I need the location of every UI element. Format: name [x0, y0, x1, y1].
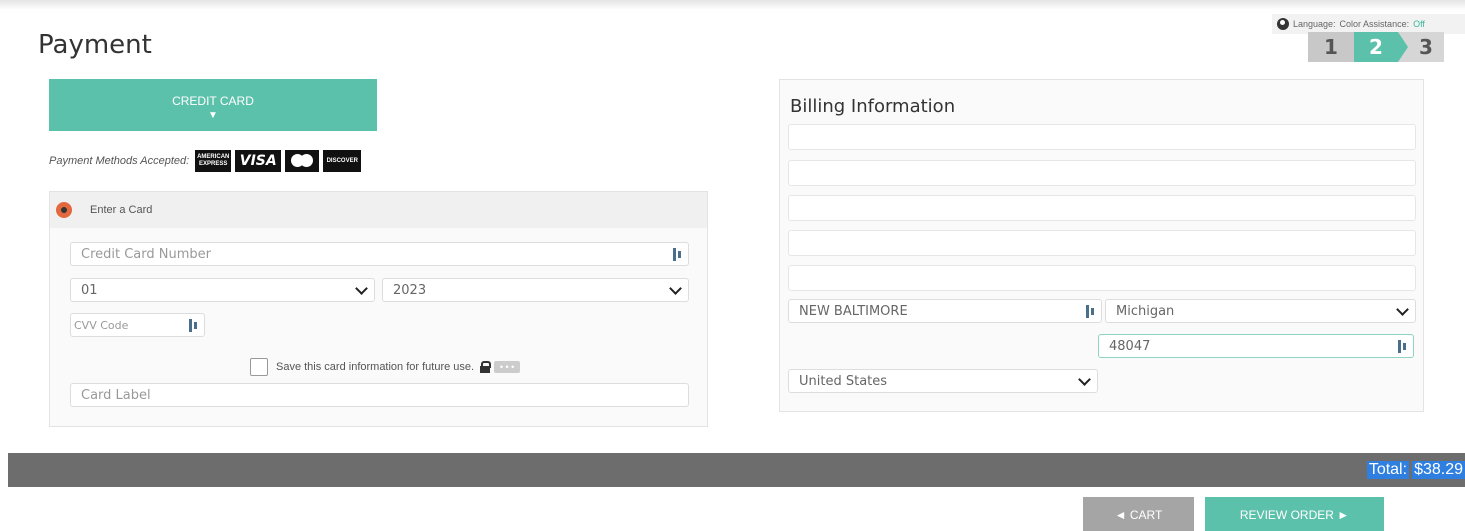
save-card-row: Save this card information for future us… [250, 358, 521, 376]
card-number-placeholder: Credit Card Number [81, 246, 211, 262]
checkout-steps: 1 2 3 [1308, 32, 1444, 62]
city-value: NEW BALTIMORE [799, 303, 908, 319]
billing-field-2[interactable] [788, 160, 1416, 186]
page-title: Payment [38, 30, 152, 60]
cvv-placeholder: CVV Code [74, 318, 129, 332]
billing-title: Billing Information [790, 96, 956, 117]
save-card-label: Save this card information for future us… [276, 361, 475, 373]
enter-card-header[interactable]: Enter a Card [50, 192, 707, 228]
billing-field-5[interactable] [788, 265, 1416, 291]
country-value: United States [799, 373, 888, 389]
mastercard-logo-icon [285, 150, 320, 172]
step-1[interactable]: 1 [1308, 32, 1354, 62]
password-manager-icon[interactable] [1398, 340, 1407, 353]
visa-logo-icon: VISA [235, 150, 282, 172]
chevron-down-icon [1079, 375, 1089, 385]
triangle-down-icon: ▼ [208, 110, 218, 121]
discover-logo-icon: DISCOVER [323, 150, 362, 172]
chevron-down-icon [356, 284, 366, 294]
password-manager-icon[interactable] [1086, 305, 1095, 318]
save-card-checkbox[interactable] [250, 358, 268, 376]
exp-month-value: 01 [81, 282, 98, 298]
exp-year-select[interactable]: 2023 [382, 278, 689, 302]
card-label-placeholder: Card Label [81, 387, 151, 403]
chevron-down-icon [1397, 305, 1407, 315]
enter-card-label: Enter a Card [90, 204, 153, 216]
order-total: Total: $38.29 [1366, 461, 1465, 479]
credit-card-tab[interactable]: CREDIT CARD ▼ [49, 79, 377, 131]
country-select[interactable]: United States [788, 369, 1098, 393]
state-value: Michigan [1116, 303, 1175, 319]
color-assist-toggle[interactable]: Off [1413, 19, 1425, 29]
color-assist-label: Color Assistance: [1339, 19, 1410, 29]
language-link[interactable]: Language: [1293, 19, 1336, 29]
zip-input[interactable]: 48047 [1098, 334, 1414, 358]
amex-logo-icon: AMERICAN EXPRESS [195, 150, 232, 172]
step-2-active: 2 [1354, 32, 1408, 62]
city-input[interactable]: NEW BALTIMORE [788, 299, 1102, 323]
enter-card-radio[interactable] [56, 202, 72, 218]
billing-field-1[interactable] [788, 124, 1416, 150]
top-shadow [0, 0, 1465, 10]
total-bar: Total: $38.29 [8, 453, 1465, 487]
exp-year-value: 2023 [393, 282, 427, 298]
zip-value: 48047 [1109, 338, 1151, 354]
card-label-input[interactable]: Card Label [70, 383, 689, 407]
payment-methods-label: Payment Methods Accepted: [49, 155, 190, 167]
card-number-input[interactable]: Credit Card Number [70, 242, 689, 266]
globe-icon[interactable] [1277, 18, 1289, 30]
billing-field-3[interactable] [788, 195, 1416, 221]
language-bar: Language: Color Assistance: Off [1272, 14, 1465, 34]
cart-button[interactable]: ◄ CART [1083, 497, 1194, 531]
billing-panel: Billing Information NEW BALTIMORE Michig… [779, 79, 1424, 412]
cvv-input[interactable]: CVV Code [70, 313, 205, 337]
total-value: $38.29 [1412, 461, 1465, 479]
chevron-down-icon [670, 284, 680, 294]
billing-field-4[interactable] [788, 230, 1416, 256]
password-manager-icon[interactable] [673, 248, 682, 261]
lock-icon [480, 361, 492, 373]
password-manager-icon[interactable] [189, 319, 198, 332]
state-select[interactable]: Michigan [1105, 299, 1416, 323]
exp-month-select[interactable]: 01 [70, 278, 375, 302]
payment-methods: Payment Methods Accepted: AMERICAN EXPRE… [49, 150, 362, 172]
total-label: Total: [1366, 461, 1410, 479]
enter-card-panel: Enter a Card Credit Card Number 01 2023 … [49, 191, 708, 427]
review-order-button[interactable]: REVIEW ORDER ► [1205, 497, 1384, 531]
credit-card-tab-label: CREDIT CARD [172, 94, 254, 108]
more-info-icon[interactable]: • • • [494, 361, 521, 373]
